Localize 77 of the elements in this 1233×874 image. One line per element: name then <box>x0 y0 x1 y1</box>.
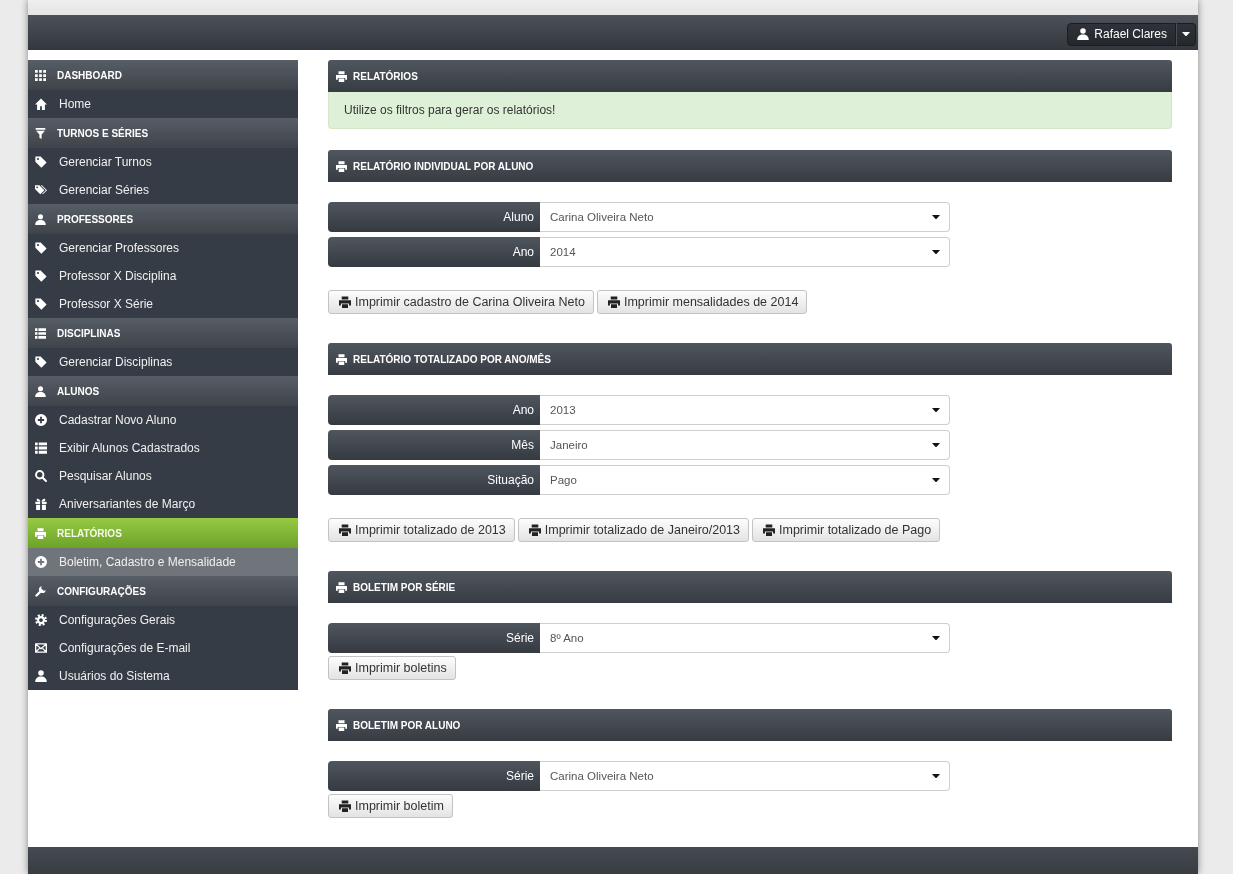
caret-down-icon <box>932 773 940 779</box>
field-label: Situação <box>328 465 540 495</box>
print-button[interactable]: Imprimir totalizado de Janeiro/2013 <box>517 518 750 542</box>
printer-icon <box>339 296 351 308</box>
tag-icon <box>35 242 47 254</box>
select-field[interactable]: Pago <box>540 465 950 495</box>
printer-icon <box>607 296 620 308</box>
caret-down-icon <box>932 407 940 413</box>
panel-title: RELATÓRIOS <box>353 70 418 82</box>
print-button[interactable]: Imprimir cadastro de Carina Oliveira Neto <box>328 290 594 314</box>
caret-down-icon <box>1182 31 1190 37</box>
printer-icon <box>339 800 351 812</box>
print-button[interactable]: Imprimir mensalidades de 2014 <box>596 290 808 314</box>
printer-icon <box>763 524 776 536</box>
caret-down-icon <box>932 635 940 641</box>
sidebar-section-header[interactable]: DISCIPLINAS <box>28 318 298 348</box>
printer-icon <box>35 527 46 539</box>
panel-title: BOLETIM POR ALUNO <box>353 719 461 731</box>
tag-icon <box>35 270 47 282</box>
user-icon <box>1077 28 1090 40</box>
field-label: Mês <box>328 430 540 460</box>
printer-icon <box>339 662 351 674</box>
field-label: Ano <box>328 395 540 425</box>
panel-title: BOLETIM POR SÉRIE <box>353 581 456 593</box>
panel-title: RELATÓRIO INDIVIDUAL POR ALUNO <box>353 160 534 172</box>
envelope-icon <box>35 642 47 654</box>
select-field[interactable]: 2014 <box>540 237 950 267</box>
select-field[interactable]: 8º Ano <box>540 623 950 653</box>
caret-down-icon <box>932 249 940 255</box>
printer-icon <box>336 70 347 82</box>
select-field[interactable]: 2013 <box>540 395 950 425</box>
tag-icon <box>35 298 47 310</box>
list-icon <box>35 442 47 454</box>
select-field[interactable]: Carina Oliveira Neto <box>540 202 950 232</box>
sidebar-section-header[interactable]: CONFIGURAÇÕES <box>28 576 298 606</box>
printer-icon <box>336 719 347 731</box>
search-icon <box>35 470 47 482</box>
alert-message: Utilize os filtros para gerar os relatórios! <box>328 92 1172 129</box>
sidebar-section-header[interactable]: ALUNOS <box>28 376 298 406</box>
select-field[interactable]: Carina Oliveira Neto <box>540 761 950 791</box>
tag-icon <box>35 156 47 168</box>
field-label: Série <box>328 623 540 653</box>
printer-icon <box>336 160 347 172</box>
printer-icon <box>336 353 347 365</box>
sidebar-item[interactable]: Boletim, Cadastro e Mensalidade <box>28 548 298 576</box>
dropdown-toggle-button[interactable] <box>1176 22 1196 46</box>
select-field[interactable]: Janeiro <box>540 430 950 460</box>
print-button[interactable]: Imprimir boletins <box>328 656 456 680</box>
panel-title: RELATÓRIO TOTALIZADO POR ANO/MÊS <box>353 353 551 365</box>
print-button[interactable]: Imprimir boletim <box>328 794 453 818</box>
tag-icon <box>35 356 47 368</box>
gear-icon <box>35 614 47 626</box>
list-icon <box>35 327 46 339</box>
sidebar-section-header[interactable]: TURNOS E SÉRIES <box>28 118 298 148</box>
gift-icon <box>35 498 47 510</box>
caret-down-icon <box>932 214 940 220</box>
sidebar-section-header[interactable]: DASHBOARD <box>28 60 298 90</box>
caret-down-icon <box>932 442 940 448</box>
home-icon <box>35 98 47 110</box>
user-icon <box>35 385 46 397</box>
user-icon <box>35 670 47 682</box>
print-button[interactable]: Imprimir totalizado de 2013 <box>328 518 515 542</box>
field-label: Ano <box>328 237 540 267</box>
field-label: Aluno <box>328 202 540 232</box>
printer-icon <box>339 524 351 536</box>
user-menu-button[interactable]: Rafael Clares <box>1067 22 1176 46</box>
print-button[interactable]: Imprimir totalizado de Pago <box>752 518 941 542</box>
tags-icon <box>35 184 47 196</box>
field-label: Série <box>328 761 540 791</box>
sidebar-section-header[interactable]: PROFESSORES <box>28 204 298 234</box>
user-icon <box>35 213 46 225</box>
printer-icon <box>528 524 541 536</box>
printer-icon <box>336 581 347 593</box>
grid-icon <box>35 69 46 81</box>
caret-down-icon <box>932 477 940 483</box>
wrench-icon <box>35 585 46 597</box>
funnel-icon <box>35 127 46 139</box>
